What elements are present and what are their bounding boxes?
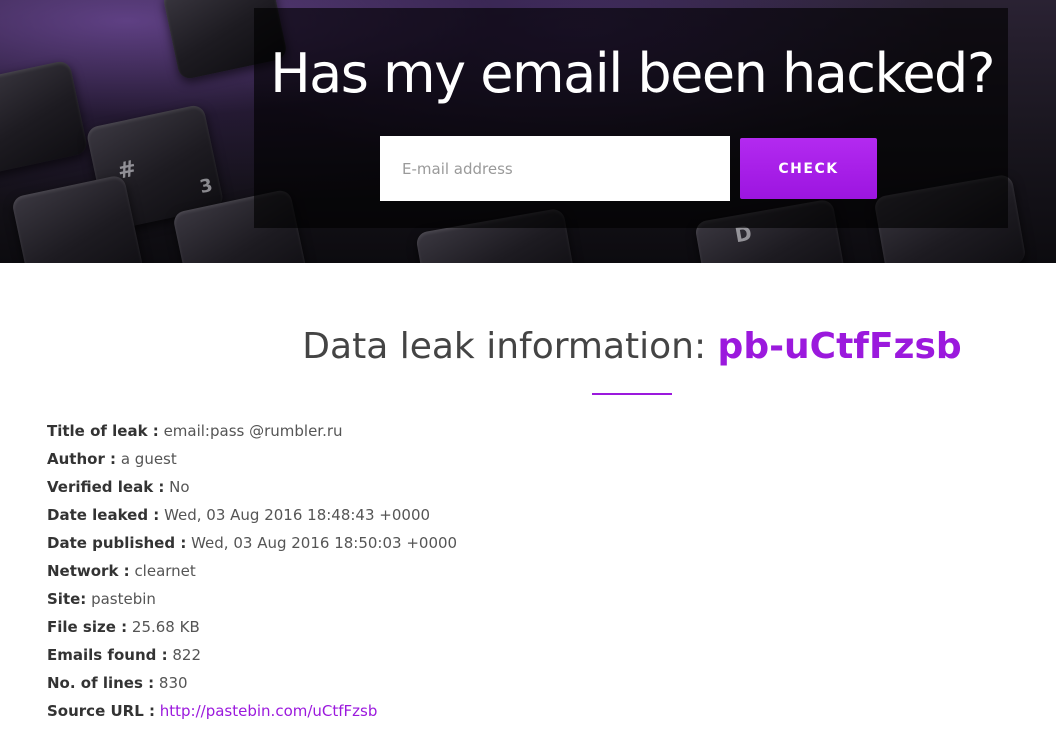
detail-date-leaked: Date leaked : Wed, 03 Aug 2016 18:48:43 … <box>47 504 457 532</box>
detail-label: Date published : <box>47 534 187 552</box>
detail-emails-found: Emails found : 822 <box>47 644 457 672</box>
leak-id: pb-uCtfFzsb <box>717 326 962 367</box>
detail-label: No. of lines : <box>47 674 155 692</box>
detail-label: Network : <box>47 562 130 580</box>
detail-label: Verified leak : <box>47 478 165 496</box>
detail-network: Network : clearnet <box>47 560 457 588</box>
email-input[interactable] <box>380 136 730 201</box>
detail-verified-leak: Verified leak : No <box>47 476 457 504</box>
detail-value: Wed, 03 Aug 2016 18:50:03 +0000 <box>191 534 458 552</box>
detail-label: Title of leak : <box>47 422 159 440</box>
leak-info-heading-prefix: Data leak information: <box>302 326 718 367</box>
detail-label: Emails found : <box>47 646 168 664</box>
leak-details-list: Title of leak : email:pass @rumbler.ru A… <box>47 420 457 728</box>
detail-label: File size : <box>47 618 128 636</box>
detail-value: No <box>169 478 190 496</box>
detail-author: Author : a guest <box>47 448 457 476</box>
detail-value: email:pass @rumbler.ru <box>163 422 343 440</box>
detail-value: pastebin <box>91 590 156 608</box>
hero-banner: # 3 D Has my email been hacked? CHECK <box>0 0 1056 263</box>
detail-value: Wed, 03 Aug 2016 18:48:43 +0000 <box>164 506 431 524</box>
heading-underline-divider <box>592 393 672 395</box>
keyboard-key-decoration <box>0 59 89 176</box>
detail-value: 830 <box>158 674 188 692</box>
source-url-link[interactable]: http://pastebin.com/uCtfFzsb <box>160 702 378 720</box>
detail-value: a guest <box>120 450 177 468</box>
detail-source-url: Source URL : http://pastebin.com/uCtfFzs… <box>47 700 457 728</box>
keyboard-key-decoration <box>10 174 145 263</box>
detail-label: Source URL : <box>47 702 155 720</box>
detail-site: Site: pastebin <box>47 588 457 616</box>
detail-label: Site: <box>47 590 87 608</box>
leak-info-heading: Data leak information: pb-uCtfFzsb <box>0 327 1056 367</box>
check-button[interactable]: CHECK <box>740 138 877 199</box>
detail-file-size: File size : 25.68 KB <box>47 616 457 644</box>
detail-date-published: Date published : Wed, 03 Aug 2016 18:50:… <box>47 532 457 560</box>
detail-title-of-leak: Title of leak : email:pass @rumbler.ru <box>47 420 457 448</box>
hero-title: Has my email been hacked? <box>270 42 995 105</box>
detail-value: 822 <box>172 646 202 664</box>
detail-value: clearnet <box>134 562 196 580</box>
detail-label: Author : <box>47 450 117 468</box>
detail-no-of-lines: No. of lines : 830 <box>47 672 457 700</box>
detail-label: Date leaked : <box>47 506 160 524</box>
detail-value: 25.68 KB <box>131 618 200 636</box>
